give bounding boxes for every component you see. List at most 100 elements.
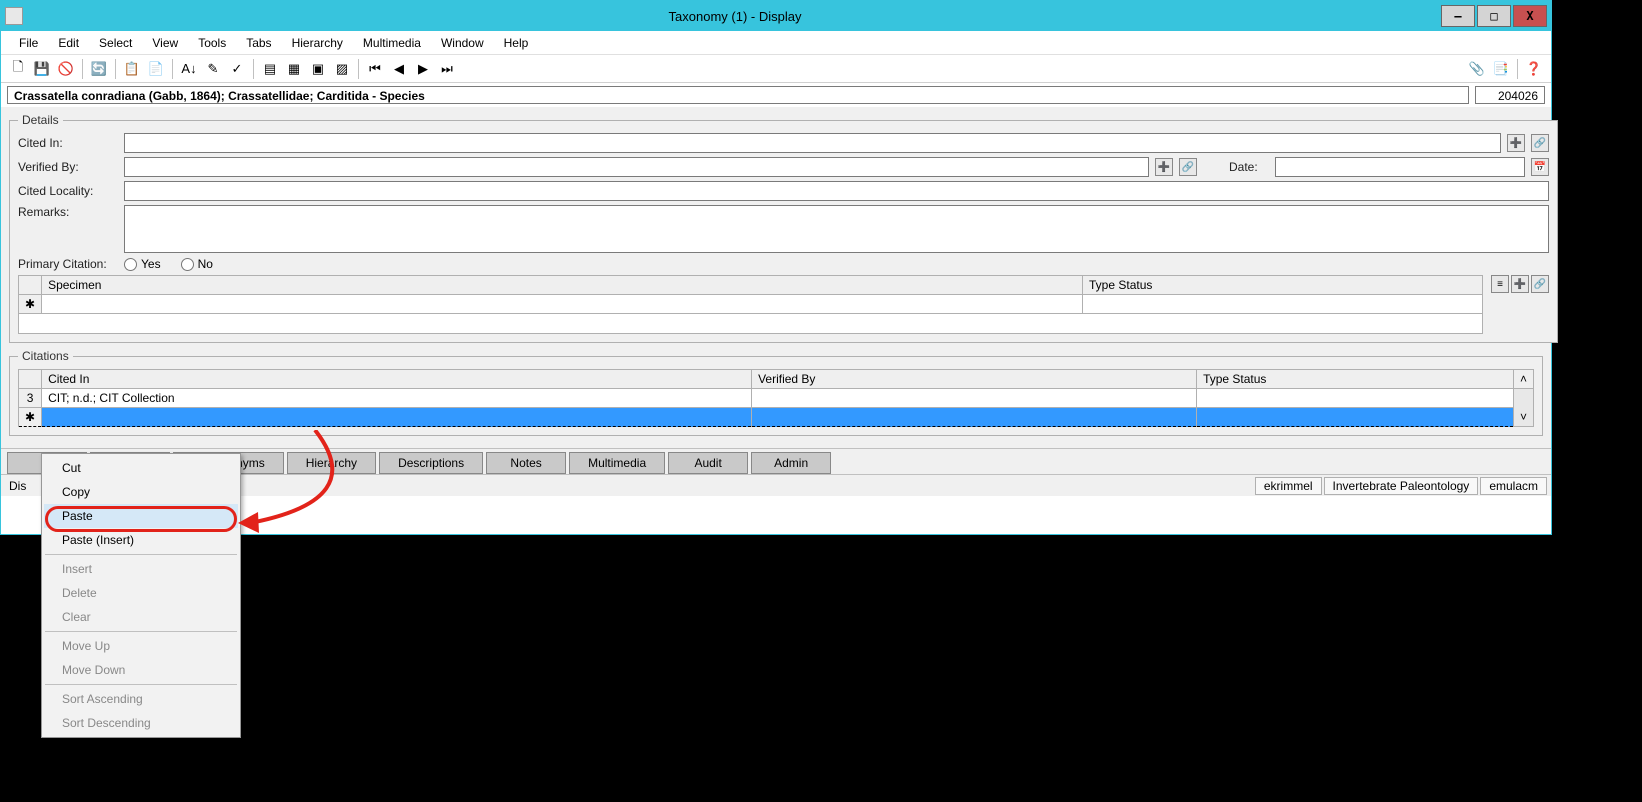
cited-in-input[interactable] <box>124 133 1501 153</box>
new-record-icon[interactable]: 🗋 <box>7 58 29 80</box>
ctx-paste-insert[interactable]: Paste (Insert) <box>44 528 238 552</box>
ctx-copy[interactable]: Copy <box>44 480 238 504</box>
attach-icon[interactable]: 📎 <box>1466 58 1488 80</box>
menu-window[interactable]: Window <box>431 33 494 53</box>
ctx-sort-asc: Sort Ascending <box>44 687 238 711</box>
app-icon <box>5 7 23 25</box>
status-user: ekrimmel <box>1255 477 1322 495</box>
menu-file[interactable]: File <box>9 33 48 53</box>
menu-tools[interactable]: Tools <box>188 33 236 53</box>
verified-by-cell[interactable] <box>752 389 1197 408</box>
tab-hierarchy[interactable]: Hierarchy <box>287 452 376 474</box>
date-input[interactable] <box>1275 157 1525 177</box>
nav-last-icon[interactable]: ⏭ <box>436 58 458 80</box>
date-label: Date: <box>1229 160 1269 174</box>
ctx-separator <box>45 684 237 685</box>
specimen-marker-header <box>19 276 42 295</box>
menu-edit[interactable]: Edit <box>48 33 89 53</box>
specimen-link-icon[interactable]: 🔗 <box>1531 275 1549 293</box>
remarks-input[interactable] <box>124 205 1549 253</box>
titlebar: Taxonomy (1) - Display — □ X <box>1 1 1551 31</box>
type-status-cell[interactable] <box>1197 408 1514 427</box>
tab-notes[interactable]: Notes <box>486 452 566 474</box>
stop-icon[interactable]: 🚫 <box>55 58 77 80</box>
scroll-up-icon[interactable]: ˄ <box>1513 370 1533 389</box>
citations-table: Cited In Verified By Type Status ˄ 3 CIT… <box>18 369 1534 427</box>
cited-locality-input[interactable] <box>124 181 1549 201</box>
scroll-down-icon[interactable]: ˅ <box>1513 389 1533 427</box>
verified-by-cell[interactable] <box>752 408 1197 427</box>
paste-record-icon[interactable]: 📄 <box>145 58 167 80</box>
nav-prev-icon[interactable]: ◀ <box>388 58 410 80</box>
grid-view-icon[interactable]: ▦ <box>283 58 305 80</box>
menu-help[interactable]: Help <box>494 33 539 53</box>
menu-hierarchy[interactable]: Hierarchy <box>282 33 353 53</box>
cited-in-label: Cited In: <box>18 136 118 150</box>
ctx-clear: Clear <box>44 605 238 629</box>
type-status-header[interactable]: Type Status <box>1083 276 1483 295</box>
verified-by-input[interactable] <box>124 157 1149 177</box>
edit-icon[interactable]: ✎ <box>202 58 224 80</box>
citations-type-status-header[interactable]: Type Status <box>1197 370 1514 389</box>
save-icon[interactable]: 💾 <box>31 58 53 80</box>
page-view-icon[interactable]: ▣ <box>307 58 329 80</box>
content-area: Details Cited In: ➕ 🔗 Verified By: ➕ 🔗 D… <box>1 107 1551 448</box>
record-bar: Crassatella conradiana (Gabb, 1864); Cra… <box>1 83 1551 107</box>
verified-by-link-icon[interactable]: 🔗 <box>1179 158 1197 176</box>
cited-in-cell[interactable] <box>42 408 752 427</box>
ctx-cut[interactable]: Cut <box>44 456 238 480</box>
nav-next-icon[interactable]: ▶ <box>412 58 434 80</box>
copy-record-icon[interactable]: 📋 <box>121 58 143 80</box>
tab-audit[interactable]: Audit <box>668 452 748 474</box>
verified-by-add-icon[interactable]: ➕ <box>1155 158 1173 176</box>
ctx-separator <box>45 554 237 555</box>
spellcheck-icon[interactable]: ✓ <box>226 58 248 80</box>
primary-citation-yes[interactable]: Yes <box>124 257 161 271</box>
specimen-header[interactable]: Specimen <box>42 276 1083 295</box>
cited-in-cell[interactable]: CIT; n.d.; CIT Collection <box>42 389 752 408</box>
help-icon[interactable]: ❓ <box>1523 58 1545 80</box>
specimen-cell[interactable] <box>42 295 1083 314</box>
citations-legend: Citations <box>18 349 73 363</box>
ctx-move-down: Move Down <box>44 658 238 682</box>
row-marker: ✱ <box>19 408 42 427</box>
tab-descriptions[interactable]: Descriptions <box>379 452 483 474</box>
tab-multimedia[interactable]: Multimedia <box>569 452 665 474</box>
sort-az-icon[interactable]: A↓ <box>178 58 200 80</box>
copy-icon[interactable]: 📑 <box>1490 58 1512 80</box>
menu-tabs[interactable]: Tabs <box>236 33 281 53</box>
cited-in-link-icon[interactable]: 🔗 <box>1531 134 1549 152</box>
cited-in-add-icon[interactable]: ➕ <box>1507 134 1525 152</box>
close-button[interactable]: X <box>1513 5 1547 27</box>
list-view-icon[interactable]: ▤ <box>259 58 281 80</box>
refresh-icon[interactable]: 🔄 <box>88 58 110 80</box>
status-server: emulacm <box>1480 477 1547 495</box>
type-status-cell[interactable] <box>1083 295 1483 314</box>
citations-row-selected[interactable]: ✱ <box>19 408 1534 427</box>
cited-locality-label: Cited Locality: <box>18 184 118 198</box>
menu-view[interactable]: View <box>142 33 188 53</box>
maximize-button[interactable]: □ <box>1477 5 1511 27</box>
minimize-button[interactable]: — <box>1441 5 1475 27</box>
remarks-label: Remarks: <box>18 205 118 219</box>
detail-view-icon[interactable]: ▨ <box>331 58 353 80</box>
tab-admin[interactable]: Admin <box>751 452 831 474</box>
ctx-sort-desc: Sort Descending <box>44 711 238 735</box>
citations-verified-by-header[interactable]: Verified By <box>752 370 1197 389</box>
ctx-separator <box>45 631 237 632</box>
primary-citation-no[interactable]: No <box>181 257 213 271</box>
menu-select[interactable]: Select <box>89 33 142 53</box>
nav-first-icon[interactable]: ⏮ <box>364 58 386 80</box>
specimen-add-icon[interactable]: ➕ <box>1511 275 1529 293</box>
details-legend: Details <box>18 113 63 127</box>
type-status-cell[interactable] <box>1197 389 1514 408</box>
citations-row[interactable]: 3 CIT; n.d.; CIT Collection ˅ <box>19 389 1534 408</box>
citations-cited-in-header[interactable]: Cited In <box>42 370 752 389</box>
menu-multimedia[interactable]: Multimedia <box>353 33 431 53</box>
date-picker-icon[interactable]: 📅 <box>1531 158 1549 176</box>
specimen-row-new[interactable]: ✱ <box>19 295 1483 314</box>
ctx-paste[interactable]: Paste <box>44 504 238 528</box>
primary-citation-label: Primary Citation: <box>18 257 118 271</box>
record-id: 204026 <box>1475 86 1545 104</box>
specimen-sort-icon[interactable]: ≡ <box>1491 275 1509 293</box>
